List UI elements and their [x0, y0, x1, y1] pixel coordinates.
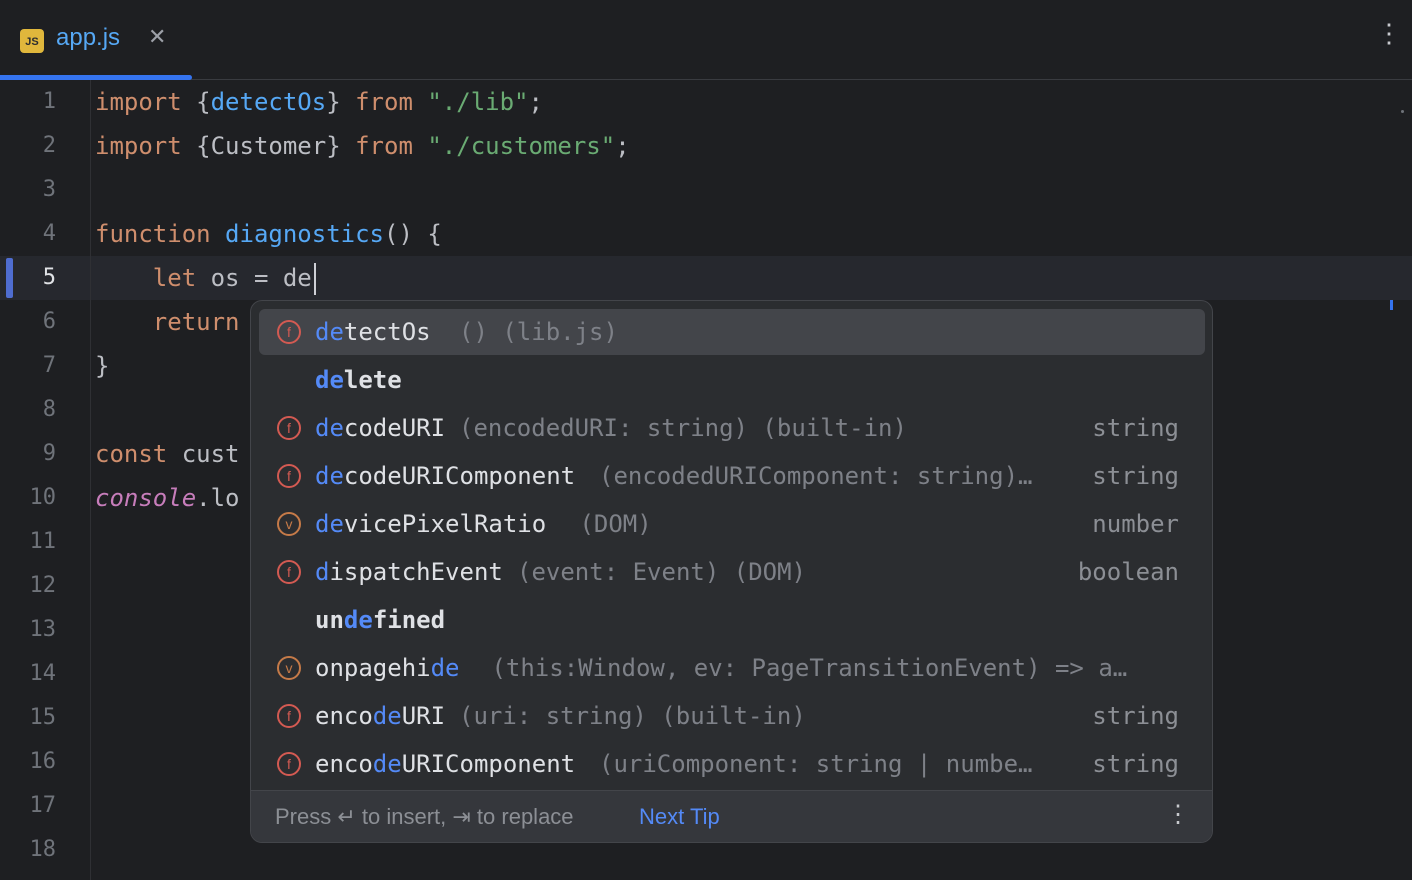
- completion-item[interactable]: v devicePixelRatio (DOM) number: [259, 501, 1205, 547]
- completion-item-detail: (DOM): [565, 510, 652, 538]
- completion-item-type: string: [1092, 702, 1179, 730]
- completion-item[interactable]: f detectOs () (lib.js): [259, 309, 1205, 355]
- variable-icon: v: [277, 512, 301, 536]
- completion-item-name: delete: [315, 366, 402, 394]
- completion-item-name: undefined: [315, 606, 446, 634]
- completion-item-type: number: [1092, 510, 1179, 538]
- line-number: 5: [42, 265, 56, 290]
- function-icon: f: [277, 416, 301, 440]
- completion-item-type: string: [1092, 414, 1179, 442]
- completion-item[interactable]: v onpagehide (this:Window, ev: PageTransi…: [259, 645, 1205, 691]
- completion-item[interactable]: undefined: [259, 597, 1205, 643]
- editor-tab-bar: JS app.js ✕ ⋮: [0, 0, 1412, 80]
- line-number: 6: [42, 309, 56, 334]
- completion-footer: Press ↵ to insert, ⇥ to replace Next Tip…: [251, 790, 1212, 842]
- completion-item[interactable]: f decodeURI (encodedURI: string) (built-in…: [259, 405, 1205, 451]
- completion-item[interactable]: delete: [259, 357, 1205, 403]
- completion-item-name: detectOs: [315, 318, 431, 346]
- code-line-10: console.lo: [95, 484, 240, 512]
- more-options-icon[interactable]: ⋮: [1376, 20, 1402, 46]
- code-completion-popup: f detectOs() (lib.js) delete f decodeURI (enc…: [250, 300, 1213, 843]
- completion-item-detail: (this:Window, ev: PageTransitionEvent) =…: [477, 654, 1128, 682]
- completion-item[interactable]: f encodeURI (uri: string) (built-in) string: [259, 693, 1205, 739]
- completion-item-name: encodeURIComponent: [315, 750, 576, 778]
- variable-icon: v: [277, 656, 301, 680]
- text-cursor: [313, 263, 316, 295]
- completion-item-name: decodeURIComponent: [315, 462, 576, 490]
- inspection-indicator: [1401, 110, 1404, 113]
- code-line-4: function diagnostics() {: [95, 220, 442, 248]
- line-number: 10: [29, 485, 57, 510]
- function-icon: f: [277, 560, 301, 584]
- scrollbar-marker[interactable]: [1390, 300, 1393, 310]
- next-tip-link[interactable]: Next Tip: [639, 804, 720, 830]
- code-line-7: }: [95, 352, 110, 380]
- code-line-2: import {Customer} from "./customers";: [95, 132, 630, 160]
- close-icon[interactable]: ✕: [148, 24, 166, 50]
- line-number: 16: [29, 749, 57, 774]
- tab-title: app.js: [56, 24, 121, 51]
- code-line-5: let os = de: [95, 256, 316, 300]
- line-number: 15: [29, 705, 57, 730]
- code-line-9: const cust: [95, 440, 240, 468]
- completion-item-name: dispatchEvent: [315, 558, 503, 586]
- code-line-6: return: [95, 308, 240, 336]
- completion-item-detail: (event: Event) (DOM): [517, 558, 806, 586]
- line-number: 7: [42, 353, 56, 378]
- completion-item-type: string: [1092, 462, 1179, 490]
- line-number: 13: [29, 617, 57, 642]
- line-number: 11: [29, 529, 57, 554]
- function-icon: f: [277, 704, 301, 728]
- completion-item-name: encodeURI: [315, 702, 446, 730]
- line-number: 2: [42, 133, 56, 158]
- function-icon: f: [277, 752, 301, 776]
- completion-item[interactable]: f decodeURIComponent (encodedURIComponent:…: [259, 453, 1205, 499]
- line-number: 17: [29, 793, 57, 818]
- line-number: 4: [42, 221, 56, 246]
- line-number: 3: [42, 177, 56, 202]
- completion-item-detail: (uriComponent: string | numbe…: [599, 750, 1033, 778]
- completion-item-detail: (encodedURI: string) (built-in): [459, 414, 907, 442]
- completion-item-detail: (encodedURIComponent: string)…: [599, 462, 1033, 490]
- completion-item-detail: (uri: string) (built-in): [459, 702, 806, 730]
- insert-hint: Press ↵ to insert, ⇥ to replace: [275, 804, 574, 829]
- function-icon: f: [277, 320, 301, 344]
- line-number: 18: [29, 837, 57, 862]
- completion-item-name: onpagehide: [315, 654, 460, 682]
- function-icon: f: [277, 464, 301, 488]
- line-number: 12: [29, 573, 57, 598]
- completion-item[interactable]: f encodeURIComponent (uriComponent: string…: [259, 741, 1205, 787]
- completion-item-type: string: [1092, 750, 1179, 778]
- line-number: 8: [42, 397, 56, 422]
- line-number: 1: [42, 89, 56, 114]
- completion-item-name: decodeURI: [315, 414, 446, 442]
- completion-item-detail: () (lib.js): [459, 318, 618, 346]
- line-number: 14: [29, 661, 57, 686]
- tab-app-js[interactable]: JS app.js ✕: [0, 0, 192, 80]
- completion-item-name: devicePixelRatio: [315, 510, 547, 538]
- completion-item[interactable]: f dispatchEvent (event: Event) (DOM) boolea…: [259, 549, 1205, 595]
- completion-item-type: boolean: [1077, 558, 1179, 586]
- javascript-file-icon: JS: [20, 29, 44, 53]
- line-number: 9: [42, 441, 56, 466]
- more-options-icon[interactable]: ⋮: [1166, 803, 1190, 827]
- code-line-1: import {detectOs} from "./lib";: [95, 88, 543, 116]
